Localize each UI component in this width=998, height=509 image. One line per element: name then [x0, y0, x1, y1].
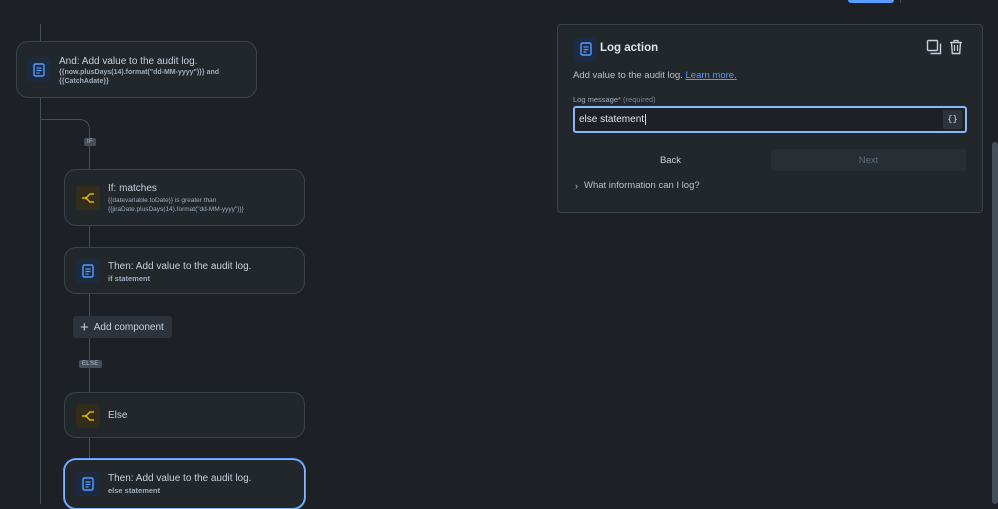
then-else-action-card[interactable]: Then: Add value to the audit log. else s… — [64, 459, 305, 509]
branch-icon — [76, 404, 100, 428]
then-if-action-card[interactable]: Then: Add value to the audit log. if sta… — [64, 247, 305, 294]
card-title: If: matches — [108, 183, 157, 194]
back-button[interactable]: Back — [573, 149, 768, 171]
log-message-input[interactable]: else statement {} — [573, 106, 967, 133]
smart-values-button[interactable]: {} — [943, 110, 962, 129]
card-subtitle-line2: {{jiraDate.plusDays(14).format("dd-MM-yy… — [108, 206, 244, 213]
trash-icon[interactable] — [947, 38, 965, 56]
card-title: Then: Add value to the audit log. — [108, 261, 252, 272]
if-branch-label: IF — [84, 138, 96, 146]
else-card[interactable]: Else — [64, 392, 305, 438]
scrollbar-thumb[interactable] — [992, 142, 998, 504]
card-subtitle: if statement — [108, 274, 151, 283]
log-info-expander[interactable]: › What information can I log? — [575, 180, 700, 191]
log-action-icon — [574, 37, 598, 61]
expander-label: What information can I log? — [584, 180, 700, 191]
card-title: Else — [108, 410, 128, 421]
log-action-icon — [76, 472, 100, 496]
next-button[interactable]: Next — [771, 149, 966, 171]
plus-icon: + — [80, 318, 89, 336]
log-action-panel: Log action Add value to the audit log. L… — [557, 24, 983, 213]
top-primary-button[interactable] — [848, 0, 894, 3]
card-title: Then: Add value to the audit log. — [108, 473, 252, 484]
required-star: * — [618, 95, 621, 104]
text-caret — [645, 114, 647, 125]
field-label-text: Log message — [573, 95, 619, 104]
required-hint: (required) — [623, 95, 656, 104]
duplicate-icon[interactable] — [925, 38, 943, 56]
if-condition-card[interactable]: If: matches {{datevariable.toDate}} is g… — [64, 169, 305, 226]
top-separator — [900, 0, 901, 3]
chevron-right-icon: › — [575, 180, 578, 191]
add-component-label: Add component — [93, 321, 164, 333]
card-subtitle-line2: {{CatchAdate}} — [59, 78, 109, 85]
log-action-icon — [76, 259, 100, 283]
input-value: else statement — [579, 114, 645, 126]
and-action-card[interactable]: And: Add value to the audit log. {{now.p… — [16, 41, 257, 98]
description-text: Add value to the audit log. — [573, 70, 683, 81]
panel-description: Add value to the audit log. Learn more. — [573, 70, 737, 81]
card-title: And: Add value to the audit log. — [59, 56, 198, 67]
log-message-label: Log message* (required) — [573, 95, 656, 104]
learn-more-link[interactable]: Learn more. — [686, 70, 737, 81]
log-action-icon — [27, 58, 51, 82]
branch-icon — [76, 186, 100, 210]
else-branch-label: ELSE — [79, 360, 102, 368]
branch-connector — [40, 119, 80, 120]
add-component-button[interactable]: + Add component — [73, 316, 172, 338]
panel-title: Log action — [600, 42, 659, 54]
card-subtitle: else statement — [108, 486, 161, 495]
